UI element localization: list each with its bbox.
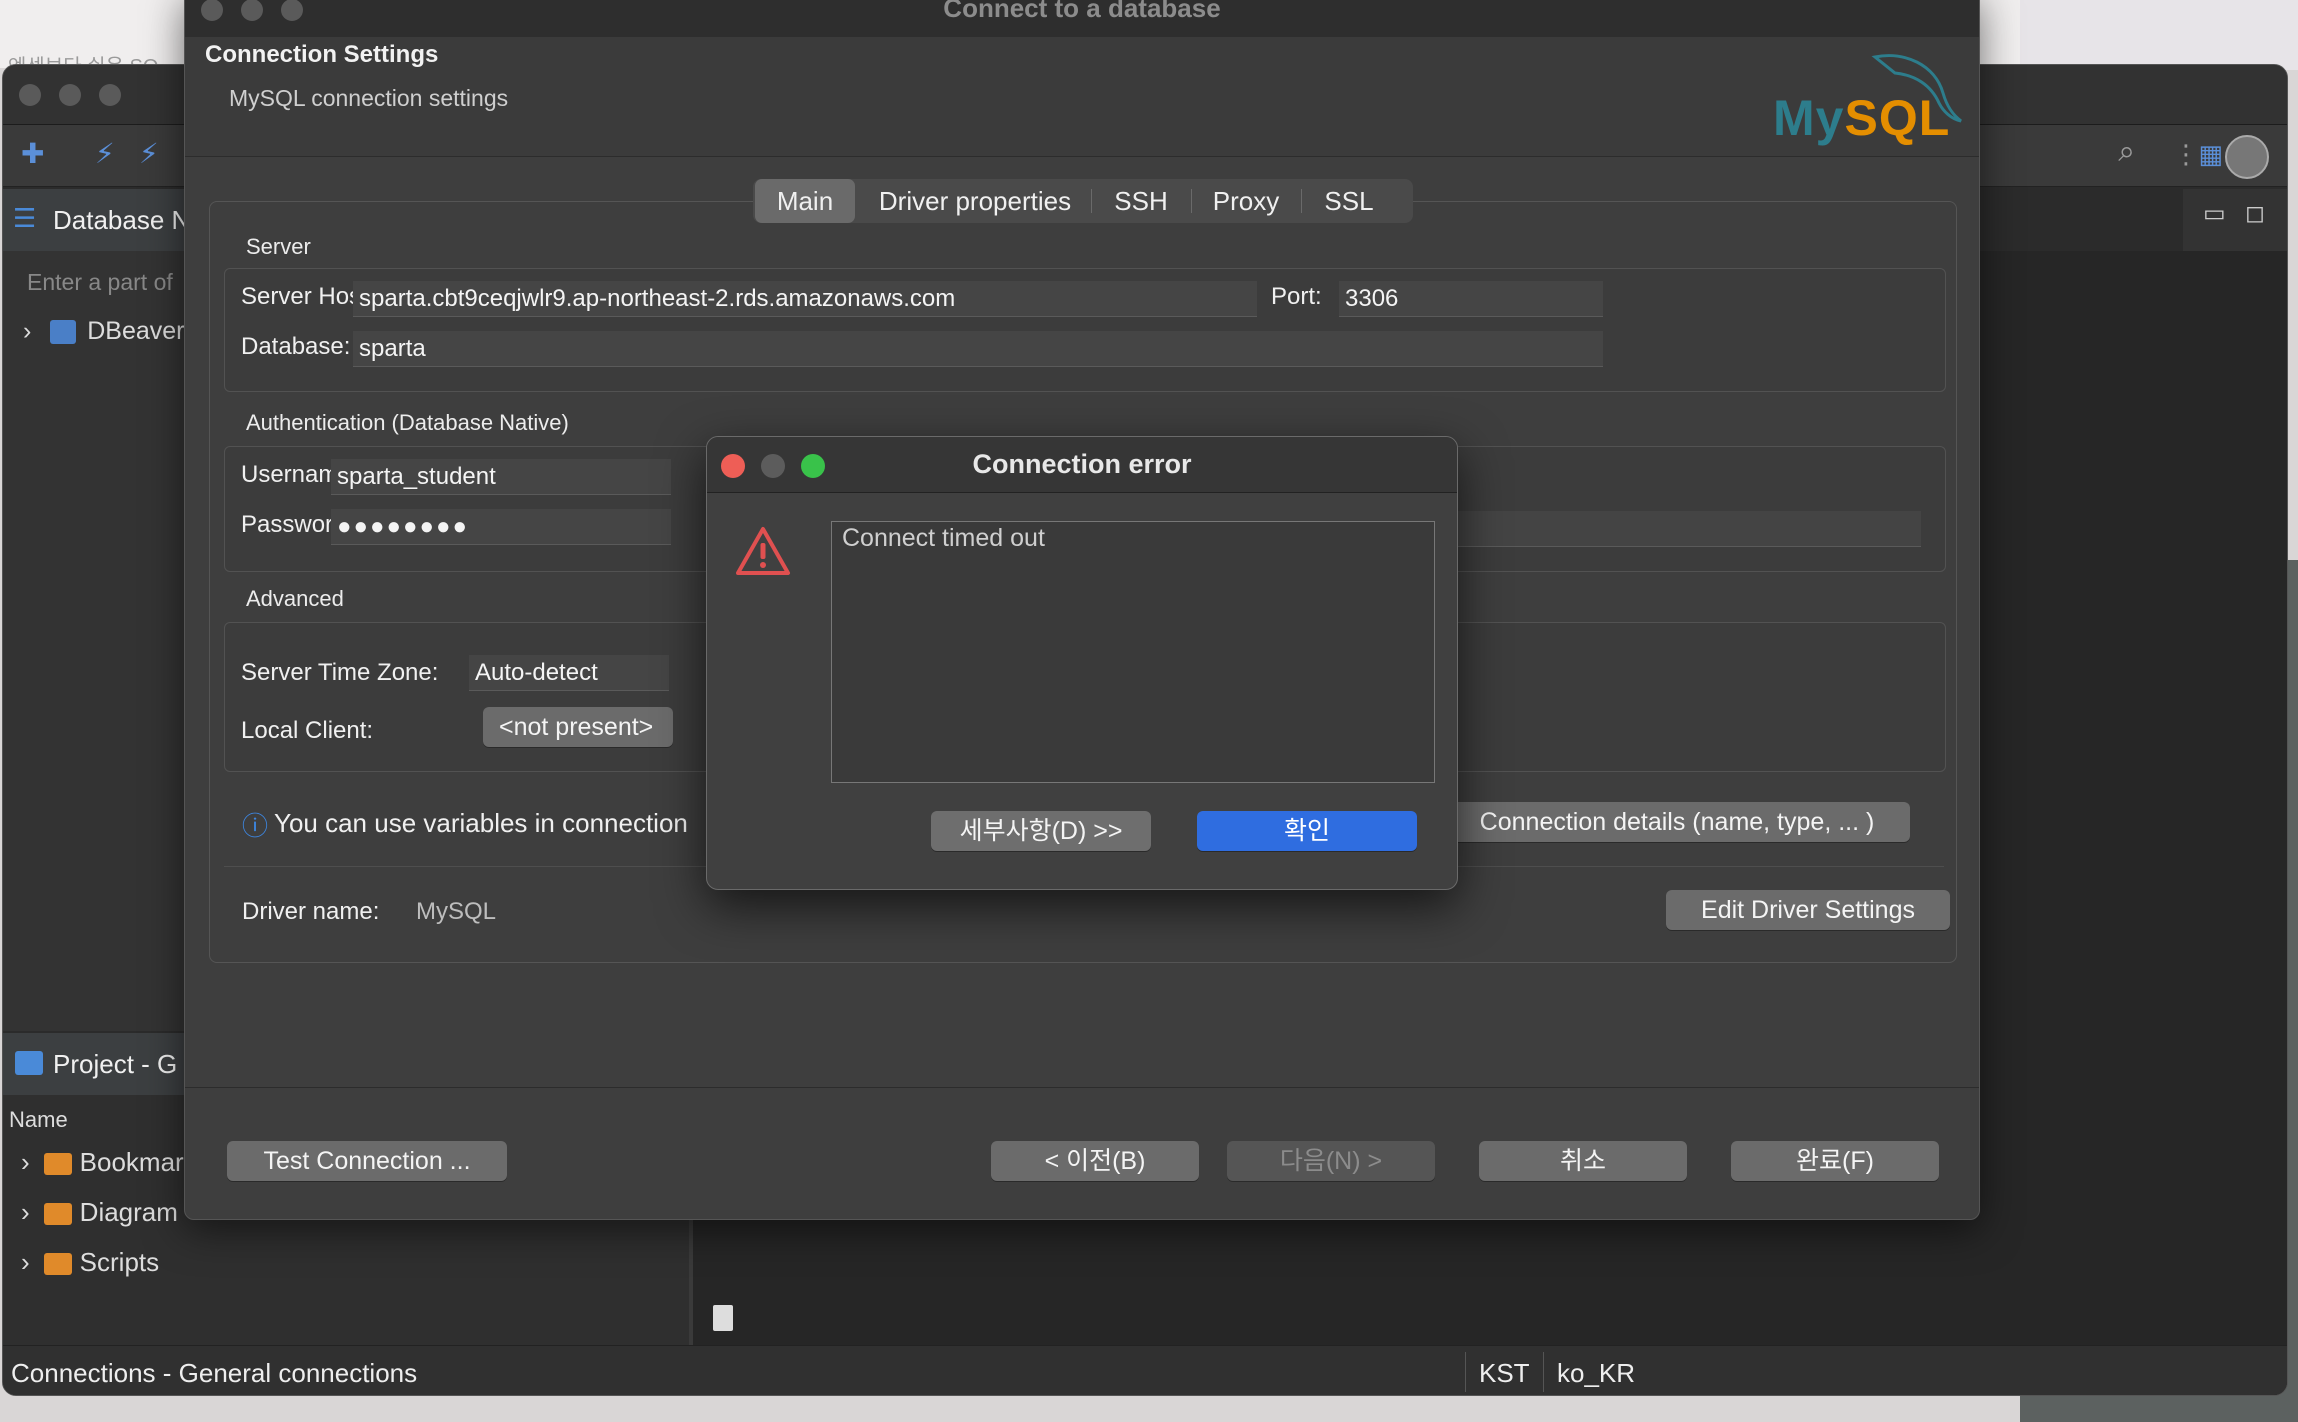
project-item-diagrams[interactable]: › Diagram [21,1197,178,1228]
port-label: Port: [1271,283,1322,310]
test-connection-button[interactable]: Test Connection ... [227,1141,507,1181]
mysql-logo-wordmark: MySQL [1773,90,1951,146]
tab-database-navigator[interactable]: ☰ Database N [3,189,203,251]
tab-ssh[interactable]: SSH [1097,179,1185,223]
connection-error-dialog: Connection error Connect timed out 세부사항(… [706,436,1458,890]
error-message-text: Connect timed out [842,524,1045,552]
tab-project-label: Project - G [53,1049,178,1079]
port-input[interactable]: 3306 [1339,281,1603,317]
finish-button[interactable]: 완료(F) [1731,1141,1939,1181]
database-navigator-panel: Enter a part of › DBeaver [3,251,203,1031]
chevron-right-icon[interactable]: › [23,317,31,345]
server-group: Server Host: sparta.cbt9ceqjwlr9.ap-nort… [224,268,1946,392]
server-timezone-select[interactable]: Auto-detect [469,655,669,691]
disconnect-icon[interactable]: ⚡ [139,137,159,170]
tab-separator [1301,189,1302,213]
cancel-button[interactable]: 취소 [1479,1141,1687,1181]
project-item-scripts[interactable]: › Scripts [21,1247,159,1278]
connection-details-button[interactable]: Connection details (name, type, ... ) [1444,802,1910,842]
project-item-label: Scripts [79,1247,160,1277]
database-input[interactable]: sparta [353,331,1603,367]
close-window-button[interactable] [19,84,41,106]
avatar[interactable] [2225,135,2269,179]
diagrams-folder-icon [43,1203,72,1226]
status-timezone[interactable]: KST [1479,1358,1530,1389]
tab-proxy[interactable]: Proxy [1197,179,1295,223]
error-message-box[interactable]: Connect timed out [831,521,1435,783]
variables-hint-text: You can use variables in connection [274,808,688,838]
panel-controls: ▭ ◻ [2183,189,2287,251]
error-dialog-title: Connection error [972,449,1192,479]
tab-main[interactable]: Main [755,179,855,223]
navigator-filter-input[interactable]: Enter a part of [27,269,173,296]
project-item-label: Diagram [79,1197,178,1227]
server-group-label: Server [246,234,311,259]
status-separator [1543,1352,1544,1392]
status-connections-text: Connections - General connections [11,1358,418,1388]
page-subtitle: MySQL connection settings [229,85,509,111]
dialog-titlebar: Connect to a database [185,0,1979,37]
wizard-header: Connection Settings MySQL connection set… [185,37,1979,157]
maximize-panel-icon[interactable]: ◻ [2245,199,2265,228]
footer-separator [185,1087,1979,1088]
tab-driver-properties[interactable]: Driver properties [865,179,1085,223]
status-separator [1465,1352,1466,1392]
info-icon: ⓘ [242,811,269,841]
perspective-icon[interactable]: ▦ [2198,139,2223,170]
page-title: Connection Settings [205,41,439,68]
new-connection-icon[interactable]: ✚ [21,137,44,170]
database-icon: ☰ [13,203,37,233]
status-bar: Connections - General connections KST ko… [3,1345,2287,1395]
mysql-logo: MySQL [1765,45,1965,155]
project-item-label: Bookmar [79,1147,184,1177]
back-button[interactable]: < 이전(B) [991,1141,1199,1181]
chevron-right-icon[interactable]: › [21,1197,30,1227]
tab-ssl[interactable]: SSL [1307,179,1391,223]
edit-driver-settings-button[interactable]: Edit Driver Settings [1666,890,1950,930]
connect-icon[interactable]: ⚡ [95,137,115,170]
advanced-group-label: Advanced [246,586,344,611]
minimize-panel-icon[interactable]: ▭ [2203,199,2226,228]
tree-node-dbeaver[interactable]: › DBeaver [23,317,185,346]
chevron-right-icon[interactable]: › [21,1247,30,1277]
more-options-icon[interactable]: ⋮ [2173,139,2199,170]
next-button[interactable]: 다음(N) > [1227,1141,1435,1181]
password-input[interactable]: ●●●●●●●● [331,509,671,545]
server-timezone-label: Server Time Zone: [241,659,439,686]
tab-separator [1191,189,1192,213]
name-column-header[interactable]: Name [9,1107,68,1133]
sql-file-icon [713,1305,733,1331]
tab-project[interactable]: Project - G [3,1033,203,1095]
error-dialog-titlebar: Connection error [707,437,1457,493]
driver-name-value: MySQL [416,898,497,925]
database-label: Database: [241,333,351,360]
status-locale[interactable]: ko_KR [1557,1358,1635,1389]
tab-database-navigator-label: Database N [53,205,191,235]
database-connection-icon [50,320,77,345]
server-host-input[interactable]: sparta.cbt9ceqjwlr9.ap-northeast-2.rds.a… [353,281,1257,317]
bookmarks-folder-icon [43,1153,72,1176]
local-client-label: Local Client: [241,717,374,744]
dialog-title: Connect to a database [943,0,1221,23]
username-input[interactable]: sparta_student [331,459,671,495]
details-button[interactable]: 세부사항(D) >> [931,811,1151,851]
driver-name-label: Driver name: [242,898,380,925]
auth-group-label: Authentication (Database Native) [246,410,569,435]
ok-button[interactable]: 확인 [1197,811,1417,851]
tree-node-label: DBeaver [87,317,185,345]
settings-tabs: Main Driver properties SSH Proxy SSL [753,179,1413,223]
chevron-right-icon[interactable]: › [21,1147,30,1177]
tab-separator [1091,189,1092,213]
local-client-select[interactable]: <not present> [483,707,673,747]
minimize-window-button[interactable] [59,84,81,106]
scripts-folder-icon [43,1253,72,1276]
maximize-window-button[interactable] [99,84,121,106]
project-item-bookmarks[interactable]: › Bookmar [21,1147,184,1178]
desktop-right-area [2020,0,2298,70]
warning-icon [736,527,790,575]
project-icon [15,1051,43,1075]
search-icon[interactable]: ⌕ [2118,135,2135,169]
